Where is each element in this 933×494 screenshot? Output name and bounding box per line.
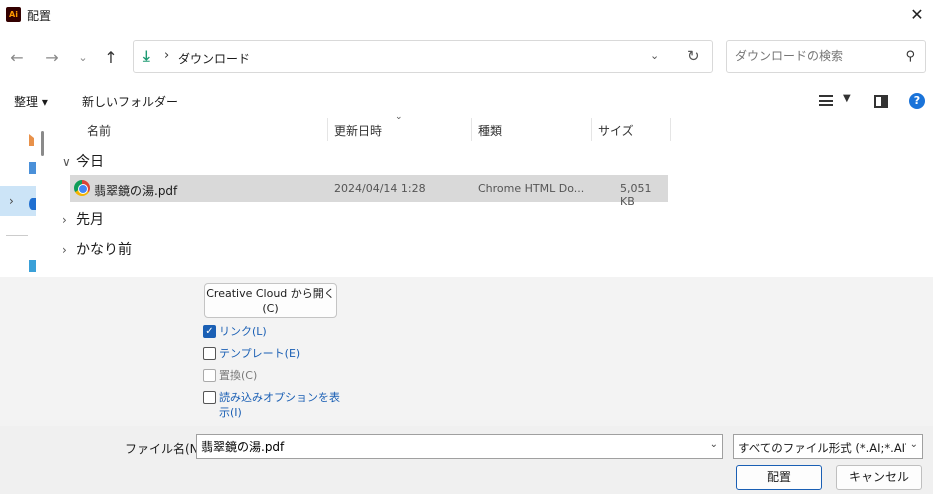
new-folder-button[interactable]: 新しいフォルダー bbox=[82, 93, 178, 110]
recent-locations-button[interactable]: ⌄ bbox=[72, 46, 94, 68]
column-header-type[interactable]: 種類 bbox=[478, 122, 502, 145]
search-box[interactable]: ⚲ bbox=[726, 40, 926, 73]
group-long-ago[interactable]: › かなり前 bbox=[62, 239, 132, 259]
place-options-panel: Creative Cloud から開く (C) ✓ リンク(L) テンプレート(… bbox=[0, 277, 933, 426]
open-from-creative-cloud-button[interactable]: Creative Cloud から開く (C) bbox=[204, 283, 337, 318]
up-button[interactable]: ↑ bbox=[100, 46, 122, 68]
file-row-selected[interactable]: 翡翠鏡の湯.pdf 2024/04/14 1:28 Chrome HTML Do… bbox=[70, 175, 668, 208]
replace-label: 置換(C) bbox=[219, 369, 258, 382]
column-header-modified[interactable]: 更新日時 bbox=[334, 122, 382, 145]
onedrive-icon[interactable] bbox=[29, 198, 36, 210]
cancel-button[interactable]: キャンセル bbox=[836, 465, 922, 490]
nav-scrollbar[interactable] bbox=[41, 131, 44, 156]
file-modified: 2024/04/14 1:28 bbox=[334, 182, 426, 195]
close-icon: ✕ bbox=[910, 5, 924, 24]
column-header-name[interactable]: 名前 bbox=[87, 122, 111, 145]
gallery-icon[interactable] bbox=[29, 162, 36, 174]
arrow-right-icon: → bbox=[45, 47, 59, 67]
home-icon[interactable] bbox=[29, 134, 36, 146]
column-divider[interactable] bbox=[591, 118, 592, 141]
import-options-label: 読み込みオプションを表 示(I) bbox=[219, 390, 340, 420]
help-icon[interactable]: ? bbox=[909, 93, 925, 109]
column-header-size[interactable]: サイズ bbox=[598, 122, 634, 145]
file-type: Chrome HTML Do... bbox=[478, 182, 585, 195]
import-options-label-line1: 読み込みオプションを表 bbox=[219, 391, 340, 404]
group-label: かなり前 bbox=[76, 242, 132, 258]
forward-button[interactable]: → bbox=[41, 46, 63, 68]
file-size: 5,051 KB bbox=[620, 182, 652, 208]
navigation-pane: › bbox=[0, 118, 36, 276]
column-divider[interactable] bbox=[327, 118, 328, 141]
expand-chevron-icon[interactable]: › bbox=[9, 194, 14, 208]
replace-checkbox bbox=[203, 369, 216, 382]
filename-input[interactable] bbox=[201, 439, 691, 453]
column-divider[interactable] bbox=[471, 118, 472, 141]
import-options-label-line2: 示(I) bbox=[219, 406, 242, 419]
download-icon: ⤓ bbox=[143, 47, 150, 65]
replace-checkbox-row: 置換(C) bbox=[203, 368, 257, 383]
chevron-down-icon[interactable]: ⌄ bbox=[710, 439, 718, 450]
window-title: 配置 bbox=[27, 9, 52, 23]
close-button[interactable]: ✕ bbox=[901, 0, 933, 29]
address-dropdown-icon[interactable]: ⌄ bbox=[650, 49, 659, 62]
link-label: リンク(L) bbox=[219, 325, 267, 338]
sort-descending-icon: ⌄ bbox=[395, 112, 403, 122]
template-checkbox[interactable] bbox=[203, 347, 216, 360]
desktop-icon[interactable] bbox=[29, 260, 36, 272]
filetype-value: すべてのファイル形式 (*.AI;*.AIT;*.P bbox=[738, 441, 906, 455]
arrow-left-icon: ← bbox=[10, 47, 24, 67]
cc-button-label: Creative Cloud から開く bbox=[206, 287, 335, 300]
chevron-down-icon: ⌄ bbox=[78, 50, 88, 64]
breadcrumb-separator-icon: › bbox=[164, 48, 170, 63]
filename-combobox[interactable]: ⌄ bbox=[196, 434, 723, 459]
organize-menu[interactable]: 整理 ▾ bbox=[14, 93, 48, 110]
chrome-icon bbox=[74, 180, 90, 196]
group-today[interactable]: ∨ 今日 bbox=[62, 151, 104, 171]
view-list-icon[interactable] bbox=[819, 95, 833, 106]
group-label: 先月 bbox=[76, 212, 104, 228]
title-bar: Ai 配置 ✕ bbox=[0, 0, 933, 29]
import-options-checkbox[interactable] bbox=[203, 391, 216, 404]
navigation-bar: ← → ⌄ ↑ ⤓ › ダウンロード ⌄ ↻ ⚲ bbox=[0, 38, 933, 76]
link-checkbox-row[interactable]: ✓ リンク(L) bbox=[203, 324, 267, 339]
column-divider[interactable] bbox=[670, 118, 671, 141]
chevron-right-icon: › bbox=[62, 243, 67, 257]
group-label: 今日 bbox=[76, 154, 104, 170]
refresh-icon[interactable]: ↻ bbox=[687, 47, 700, 65]
search-icon[interactable]: ⚲ bbox=[905, 49, 915, 64]
command-bar: 整理 ▾ 新しいフォルダー ▼ ? bbox=[0, 86, 933, 116]
cc-button-shortcut: (C) bbox=[262, 302, 279, 315]
group-last-month[interactable]: › 先月 bbox=[62, 209, 104, 229]
template-checkbox-row[interactable]: テンプレート(E) bbox=[203, 346, 300, 361]
nav-divider bbox=[6, 235, 28, 236]
link-checkbox[interactable]: ✓ bbox=[203, 325, 216, 338]
address-bar[interactable]: ⤓ › ダウンロード ⌄ ↻ bbox=[133, 40, 713, 73]
chevron-down-icon: ∨ bbox=[62, 155, 71, 169]
import-options-checkbox-row[interactable]: 読み込みオプションを表 示(I) bbox=[203, 390, 340, 420]
dialog-footer: ファイル名(N): ⌄ すべてのファイル形式 (*.AI;*.AIT;*.P ⌄… bbox=[0, 426, 933, 494]
view-dropdown-icon[interactable]: ▼ bbox=[843, 93, 851, 104]
filetype-select[interactable]: すべてのファイル形式 (*.AI;*.AIT;*.P ⌄ bbox=[733, 434, 923, 459]
file-name: 翡翠鏡の湯.pdf bbox=[94, 184, 178, 198]
preview-pane-icon[interactable] bbox=[874, 95, 888, 108]
back-button[interactable]: ← bbox=[6, 46, 28, 68]
search-input[interactable] bbox=[735, 49, 895, 63]
chevron-right-icon: › bbox=[62, 213, 67, 227]
file-list: 名前 ⌄ 更新日時 種類 サイズ ∨ 今日 翡翠鏡の湯.pdf 2024/04/1… bbox=[52, 112, 933, 276]
chevron-down-icon[interactable]: ⌄ bbox=[910, 439, 918, 450]
arrow-up-icon: ↑ bbox=[104, 47, 118, 67]
place-button[interactable]: 配置 bbox=[736, 465, 822, 490]
illustrator-logo-icon: Ai bbox=[6, 7, 21, 22]
template-label: テンプレート(E) bbox=[219, 347, 301, 360]
breadcrumb-downloads[interactable]: ダウンロード bbox=[178, 50, 250, 67]
